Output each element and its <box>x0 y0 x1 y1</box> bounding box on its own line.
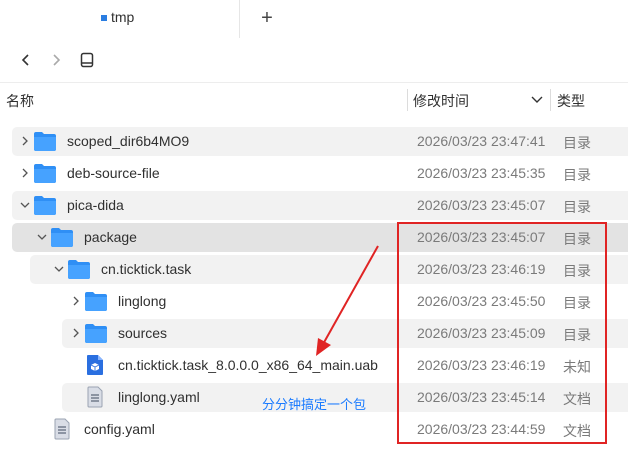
item-type: 目录 <box>563 167 591 183</box>
header-divider[interactable] <box>407 89 408 111</box>
chevron-right-icon[interactable] <box>70 295 82 307</box>
chevron-right-icon[interactable] <box>19 167 31 179</box>
text-file-icon <box>87 386 103 408</box>
tab-tmp[interactable]: tmp <box>0 0 240 38</box>
item-name: cn.ticktick.task <box>101 261 192 277</box>
back-button[interactable] <box>14 48 38 72</box>
list-item[interactable]: pica-dida 2026/03/23 23:45:07 目录 <box>0 190 628 220</box>
item-name: deb-source-file <box>67 165 160 181</box>
item-name: config.yaml <box>84 421 155 437</box>
header-modified-time[interactable]: 修改时间 <box>413 91 469 111</box>
item-modified-time: 2026/03/23 23:47:41 <box>417 133 546 149</box>
item-name: scoped_dir6b4MO9 <box>67 133 190 149</box>
text-file-icon <box>54 418 70 440</box>
item-modified-time: 2026/03/23 23:45:07 <box>417 197 546 213</box>
new-tab-button[interactable]: + <box>256 5 278 31</box>
item-modified-time: 2026/03/23 23:45:35 <box>417 165 546 181</box>
annotation-note: 分分钟搞定一个包 <box>262 397 367 412</box>
tab-bar: tmp + <box>0 0 628 38</box>
forward-button[interactable] <box>44 48 68 72</box>
header-name[interactable]: 名称 <box>6 91 34 111</box>
chevron-right-icon[interactable] <box>19 135 31 147</box>
tab-label: tmp <box>111 9 135 25</box>
folder-icon <box>34 164 56 183</box>
list-item[interactable]: deb-source-file 2026/03/23 23:45:35 目录 <box>0 158 628 188</box>
folder-icon <box>34 196 56 215</box>
list-header: 名称 修改时间 类型 <box>0 82 628 116</box>
chevron-down-icon[interactable] <box>19 199 31 211</box>
highlight-box <box>397 222 607 444</box>
item-name: linglong.yaml <box>118 389 200 405</box>
item-type: 目录 <box>563 199 591 215</box>
chevron-right-icon[interactable] <box>70 327 82 339</box>
tab-color-indicator <box>101 15 107 21</box>
list-item[interactable]: scoped_dir6b4MO9 2026/03/23 23:47:41 目录 <box>0 126 628 156</box>
header-type[interactable]: 类型 <box>557 91 585 111</box>
item-name: package <box>84 229 137 245</box>
toolbar <box>0 38 628 82</box>
book-icon <box>80 52 94 68</box>
chevron-down-icon[interactable] <box>53 263 65 275</box>
folder-icon <box>85 324 107 343</box>
item-name: linglong <box>118 293 167 309</box>
chevron-right-icon <box>53 54 61 66</box>
folder-icon <box>51 228 73 247</box>
folder-icon <box>68 260 90 279</box>
item-name: cn.ticktick.task_8.0.0.0_x86_64_main.uab <box>118 357 378 373</box>
package-file-icon <box>87 355 103 375</box>
sidebar-toggle-button[interactable] <box>75 48 99 72</box>
chevron-left-icon <box>21 54 29 66</box>
header-divider[interactable] <box>550 89 551 111</box>
folder-icon <box>34 132 56 151</box>
item-type: 目录 <box>563 135 591 151</box>
item-name: pica-dida <box>67 197 124 213</box>
chevron-down-icon[interactable] <box>36 231 48 243</box>
chevron-down-icon[interactable] <box>530 93 544 107</box>
item-name: sources <box>118 325 168 341</box>
folder-icon <box>85 292 107 311</box>
